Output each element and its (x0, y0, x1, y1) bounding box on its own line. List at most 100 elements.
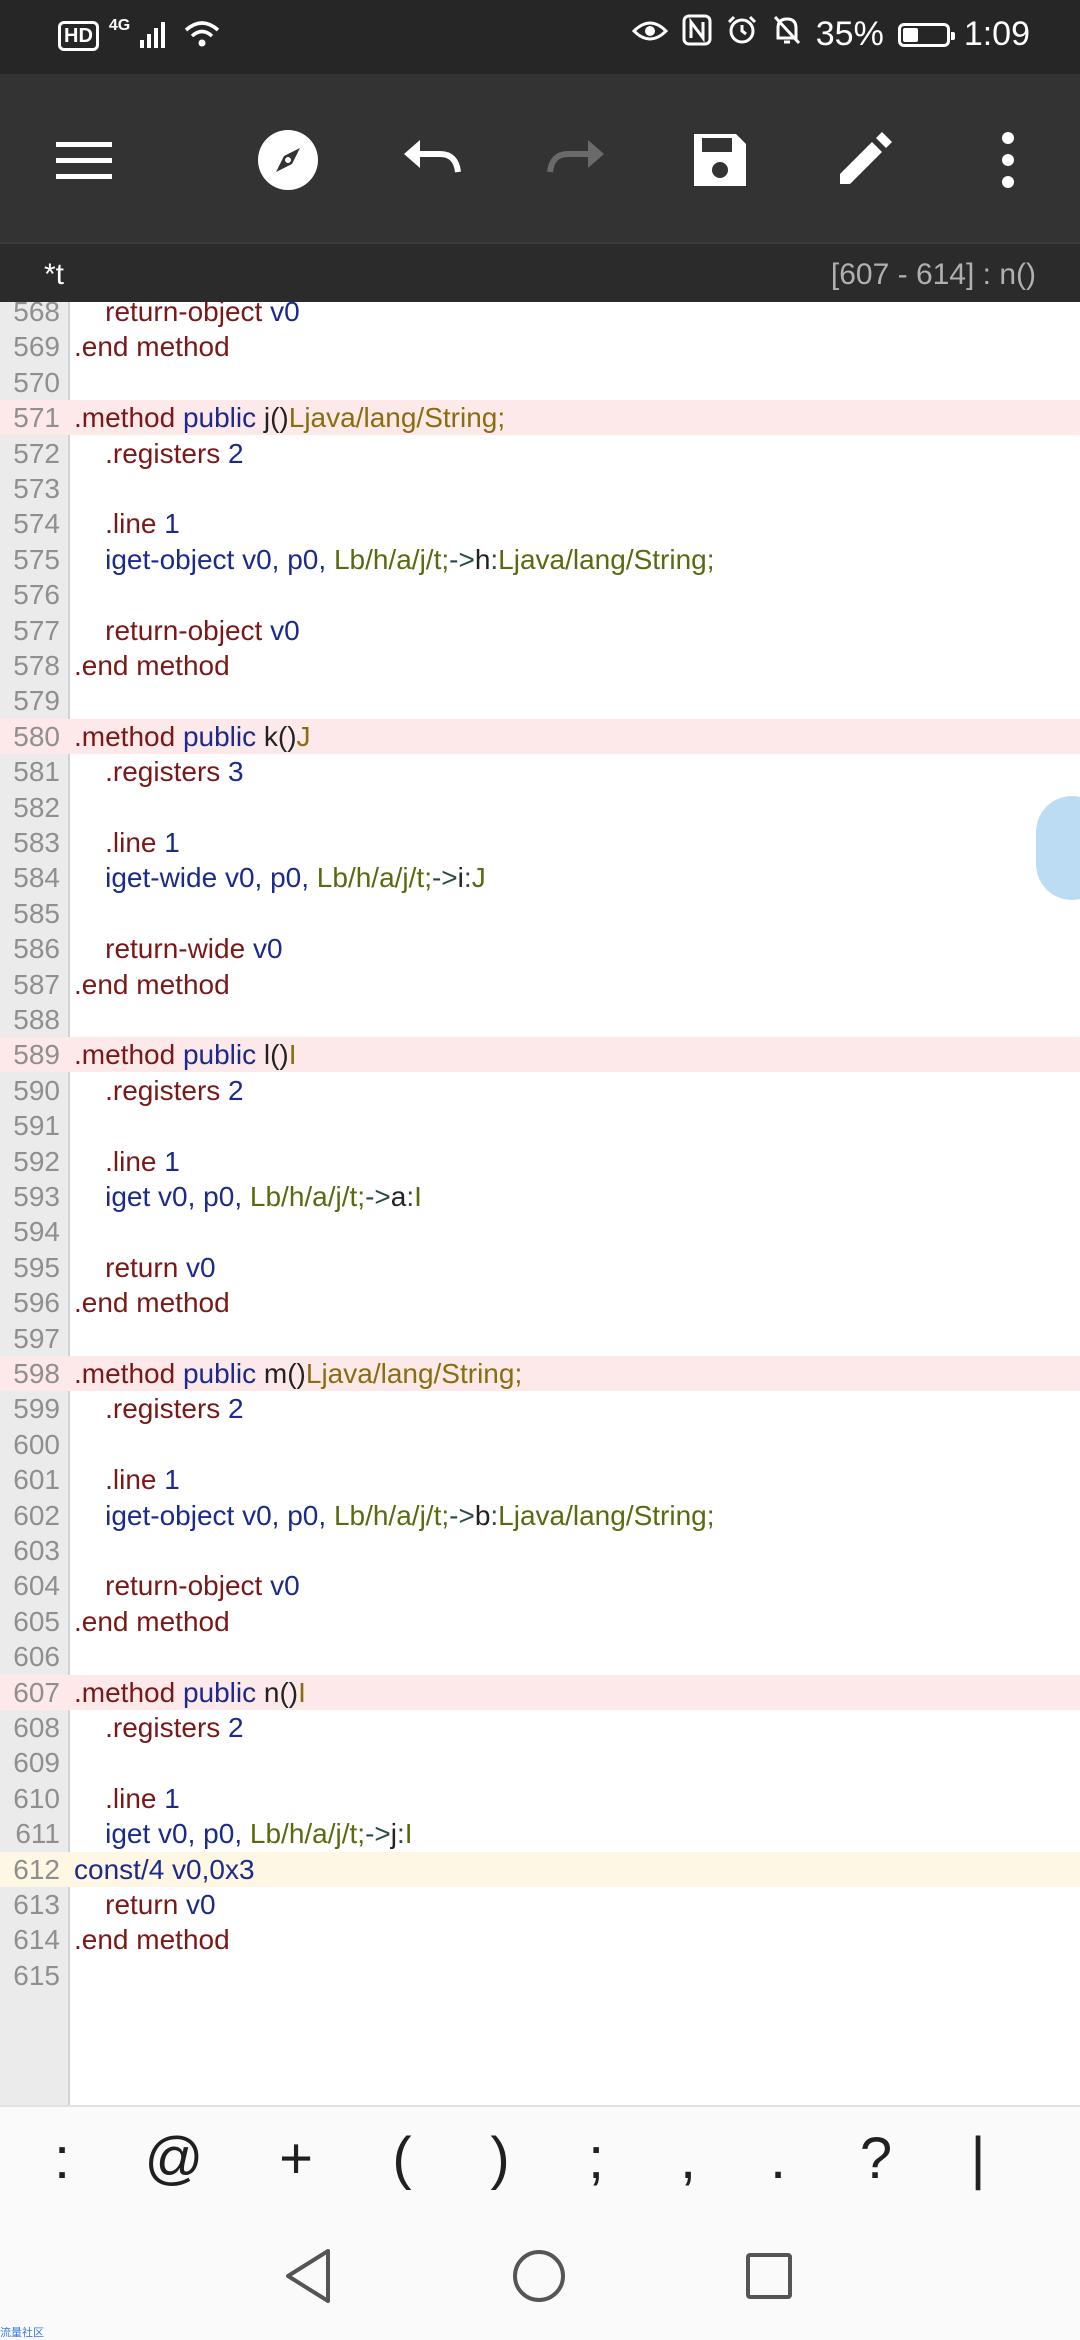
code-line[interactable]: 600 (0, 1427, 1080, 1462)
code-text: return-object v0 (74, 302, 300, 329)
code-line[interactable]: 597 (0, 1321, 1080, 1356)
code-line[interactable]: 576 (0, 577, 1080, 612)
symbol-key[interactable]: | (948, 2127, 1008, 2191)
code-line[interactable]: 591 (0, 1108, 1080, 1143)
code-line[interactable]: 586 return-wide v0 (0, 931, 1080, 966)
code-token: h (474, 543, 491, 575)
code-line[interactable]: 601 .line 1 (0, 1462, 1080, 1497)
network-type: 4G (108, 16, 131, 34)
code-line[interactable]: 612 const/4 v0,0x3 (0, 1851, 1080, 1887)
code-line[interactable]: 606 (0, 1639, 1080, 1674)
code-line[interactable]: 604 return-object v0 (0, 1568, 1080, 1603)
code-line[interactable]: 609 (0, 1745, 1080, 1780)
symbol-key[interactable]: ) (470, 2127, 530, 2191)
code-line[interactable]: 583 .line 1 (0, 825, 1080, 860)
code-token: .line (74, 508, 165, 540)
code-line[interactable]: 568 return-object v0 (0, 302, 1080, 329)
code-line[interactable]: 572 .registers 2 (0, 436, 1080, 471)
code-line[interactable]: 571 .method public j()Ljava/lang/String; (0, 400, 1080, 436)
code-token: iget-object (74, 543, 243, 575)
line-number: 586 (13, 933, 60, 965)
code-token: 2 (228, 1393, 244, 1425)
symbol-key[interactable]: + (266, 2127, 326, 2191)
code-line[interactable]: 574 .line 1 (0, 506, 1080, 541)
code-line[interactable]: 595 return v0 (0, 1250, 1080, 1285)
code-line[interactable]: 602 iget-object v0, p0, Lb/h/a/j/t;->b:L… (0, 1498, 1080, 1533)
code-token: 1 (164, 1464, 180, 1496)
code-line[interactable]: 610 .line 1 (0, 1781, 1080, 1816)
code-line[interactable]: 573 (0, 471, 1080, 506)
edit-icon[interactable] (832, 128, 896, 192)
code-line[interactable]: 614 .end method (0, 1922, 1080, 1957)
line-number: 613 (13, 1889, 60, 1920)
code-line[interactable]: 613 return v0 (0, 1887, 1080, 1922)
code-line[interactable]: 582 (0, 790, 1080, 825)
symbol-key[interactable]: : (32, 2127, 92, 2191)
code-line[interactable]: 588 (0, 1002, 1080, 1037)
line-number: 574 (13, 508, 60, 540)
back-icon[interactable] (276, 2243, 342, 2309)
clock: 1:09 (963, 15, 1030, 53)
code-line[interactable]: 605 .end method (0, 1604, 1080, 1639)
home-icon[interactable] (506, 2243, 572, 2309)
redo-icon[interactable] (544, 128, 608, 192)
symbol-key[interactable]: . (748, 2127, 808, 2191)
line-number: 585 (13, 897, 60, 929)
code-line[interactable]: 589 .method public l()I (0, 1037, 1080, 1073)
code-line[interactable]: 570 (0, 365, 1080, 400)
code-line[interactable]: 581 .registers 3 (0, 754, 1080, 789)
code-token: Lb/h/a/j/t; (333, 1499, 450, 1531)
code-line[interactable]: 585 (0, 896, 1080, 931)
line-number: 568 (13, 302, 60, 327)
code-line[interactable]: 580 .method public k()J (0, 718, 1080, 754)
code-line[interactable]: 615 (0, 1958, 1080, 1993)
code-line[interactable]: 611 iget v0, p0, Lb/h/a/j/t;->j:I (0, 1816, 1080, 1851)
symbol-bar: : @ + ();,.? | (0, 2105, 1080, 2215)
symbol-key[interactable]: ? (846, 2127, 906, 2191)
code-token: v0 (186, 1251, 216, 1283)
undo-icon[interactable] (400, 128, 464, 192)
code-line[interactable]: 569 .end method (0, 329, 1080, 364)
code-token: v0 (270, 614, 300, 646)
scroll-thumb[interactable] (1036, 796, 1080, 900)
line-number: 607 (13, 1676, 60, 1708)
code-line[interactable]: 598 .method public m()Ljava/lang/String; (0, 1356, 1080, 1391)
line-number: 575 (13, 543, 60, 575)
code-text: .line 1 (74, 1144, 180, 1179)
recents-icon[interactable] (736, 2243, 802, 2309)
code-text: .method public n()I (74, 1675, 306, 1710)
code-line[interactable]: 584 iget-wide v0, p0, Lb/h/a/j/t;->i:J (0, 860, 1080, 895)
code-line[interactable]: 599 .registers 2 (0, 1391, 1080, 1426)
code-token: Lb/h/a/j/t; (333, 543, 450, 575)
code-line[interactable]: 603 (0, 1533, 1080, 1568)
code-line[interactable]: 587 .end method (0, 967, 1080, 1002)
code-line[interactable]: 592 .line 1 (0, 1144, 1080, 1179)
code-line[interactable]: 596 .end method (0, 1285, 1080, 1320)
code-token: 2 (228, 1074, 244, 1106)
eye-icon (631, 15, 668, 54)
symbol-key[interactable]: @ (144, 2127, 204, 2191)
code-token: 1 (164, 508, 180, 540)
code-token: -> (449, 1499, 475, 1531)
code-line[interactable]: 577 return-object v0 (0, 613, 1080, 648)
code-line[interactable]: 608 .registers 2 (0, 1710, 1080, 1745)
symbol-key[interactable]: , (658, 2127, 718, 2191)
code-line[interactable]: 590 .registers 2 (0, 1073, 1080, 1108)
code-line[interactable]: 578 .end method (0, 648, 1080, 683)
code-token: v0, p0, (158, 1181, 250, 1212)
save-icon[interactable] (688, 128, 752, 192)
symbol-key[interactable]: ( (372, 2127, 432, 2191)
code-text: return v0 (74, 1250, 216, 1285)
code-editor[interactable]: 568 return-object v0 569 .end method 570 571… (0, 302, 1080, 2105)
code-line[interactable]: 579 (0, 683, 1080, 718)
compass-icon[interactable] (256, 128, 320, 192)
symbol-key[interactable]: ; (566, 2127, 626, 2191)
code-text: return-object v0 (74, 1568, 300, 1603)
code-line[interactable]: 575 iget-object v0, p0, Lb/h/a/j/t;->h:L… (0, 542, 1080, 577)
code-line[interactable]: 607 .method public n()I (0, 1674, 1080, 1710)
menu-icon[interactable] (52, 128, 116, 192)
file-tab[interactable]: *t (44, 258, 64, 292)
more-vert-icon[interactable] (976, 128, 1040, 192)
code-line[interactable]: 593 iget v0, p0, Lb/h/a/j/t;->a:I (0, 1179, 1080, 1214)
code-line[interactable]: 594 (0, 1214, 1080, 1249)
